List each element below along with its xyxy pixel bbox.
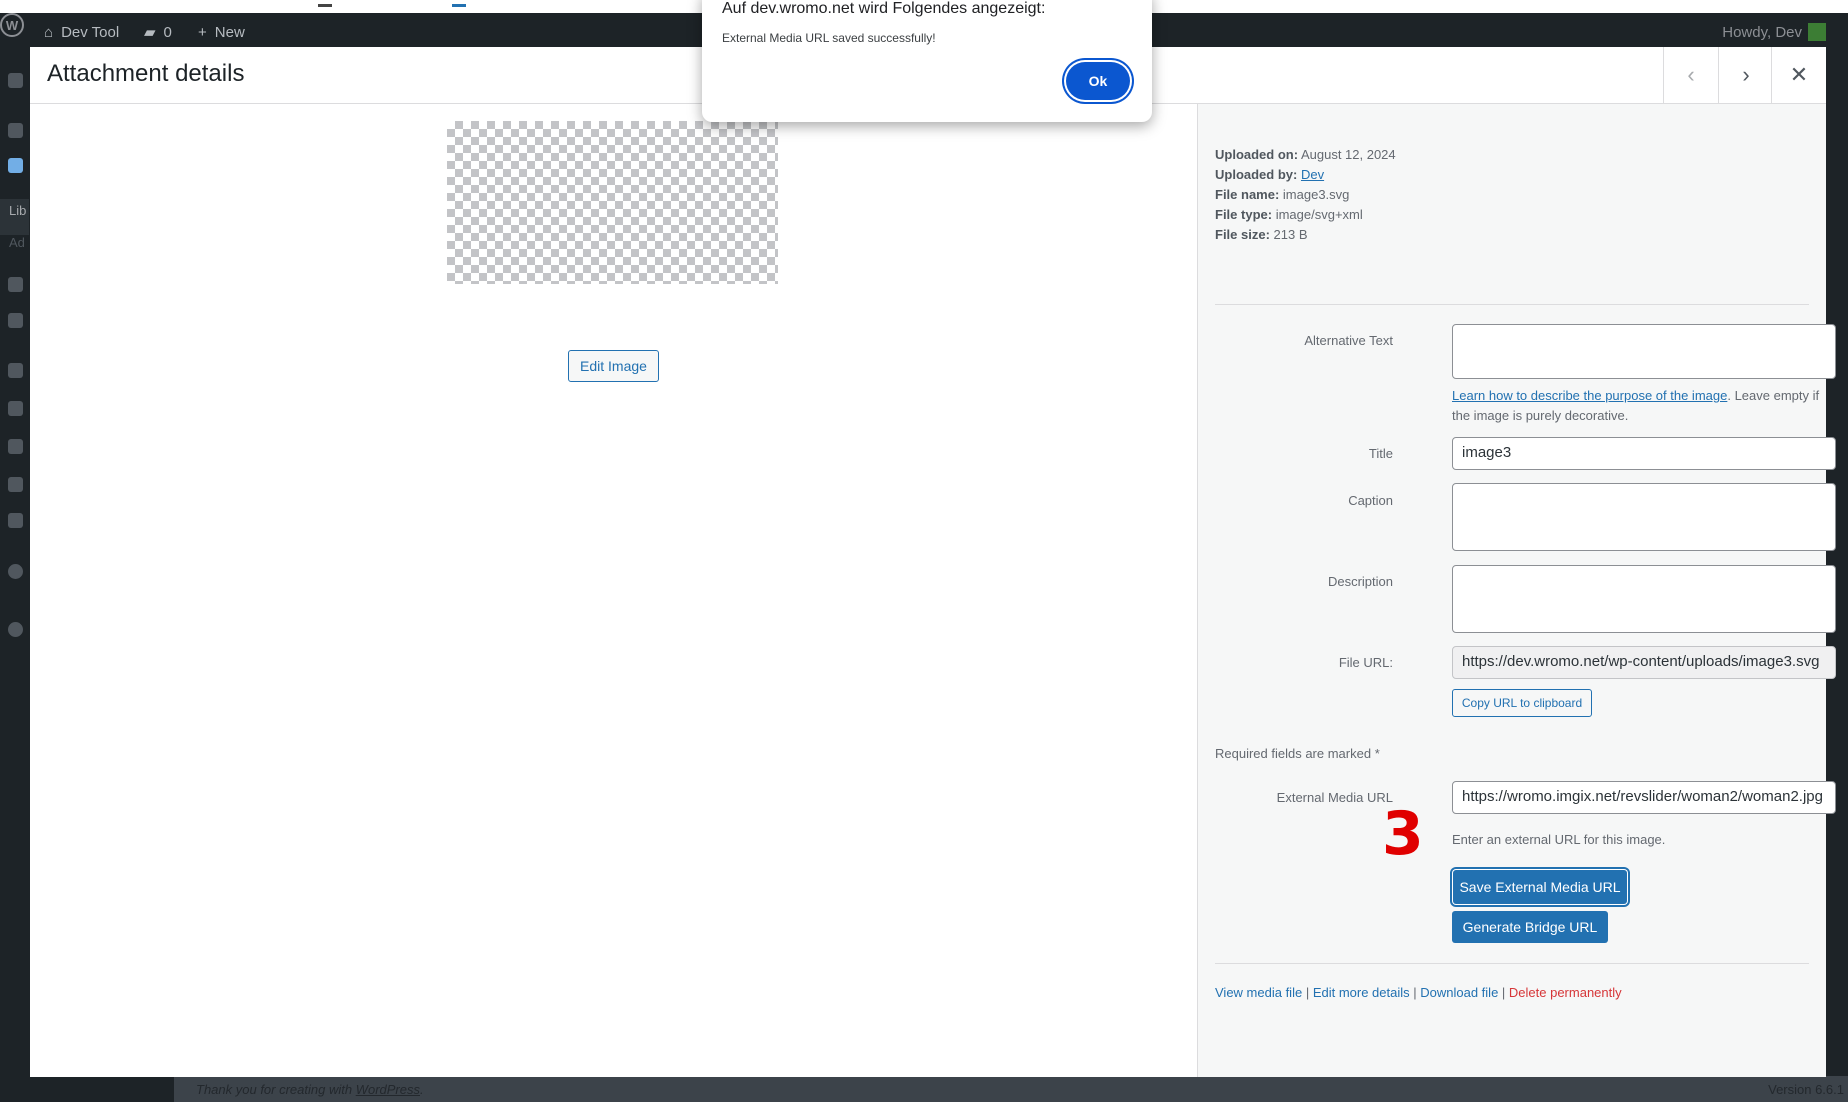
dashboard-icon[interactable] <box>8 73 23 88</box>
file-size-row: File size: 213 B <box>1215 225 1396 245</box>
caption-field[interactable] <box>1452 483 1836 551</box>
submenu-add-new[interactable]: Ad <box>9 235 25 250</box>
attachment-details-modal: Attachment details ‹ › ✕ Edit Image Uplo… <box>30 47 1836 1077</box>
plugins-icon[interactable] <box>8 401 23 416</box>
version-label: Version 6.6.1 <box>1768 1082 1844 1097</box>
generate-bridge-url-button[interactable]: Generate Bridge URL <box>1452 911 1608 943</box>
file-url-field[interactable]: https://dev.wromo.net/wp-content/uploads… <box>1452 646 1836 679</box>
plus-icon: + <box>198 23 207 41</box>
divider <box>1215 963 1809 964</box>
tab-mark <box>452 4 466 7</box>
close-icon: ✕ <box>1789 62 1809 87</box>
caption-label: Caption <box>1348 493 1393 508</box>
pages-icon[interactable] <box>8 277 23 292</box>
step-annotation: 3 <box>1382 799 1424 869</box>
file-type-row: File type: image/svg+xml <box>1215 205 1396 225</box>
users-icon[interactable] <box>8 439 23 454</box>
edit-details-link[interactable]: Edit more details <box>1313 985 1410 1000</box>
uploaded-by-row: Uploaded by: Dev <box>1215 165 1396 185</box>
alert-ok-button[interactable]: Ok <box>1066 62 1130 100</box>
comments-link[interactable]: ▰ 0 <box>144 13 172 51</box>
separator: | <box>1498 985 1509 1000</box>
divider <box>1215 304 1809 305</box>
tab-mark <box>318 4 332 7</box>
file-name-label: File name: <box>1215 187 1280 202</box>
external-url-label: External Media URL <box>1276 790 1393 805</box>
alert-message: External Media URL saved successfully! <box>722 31 936 45</box>
file-url-label: File URL: <box>1338 655 1393 670</box>
attachment-actions: View media file | Edit more details | Do… <box>1215 985 1622 1000</box>
uploaded-by-link[interactable]: Dev <box>1301 167 1324 182</box>
view-media-link[interactable]: View media file <box>1215 985 1302 1000</box>
uploaded-on-value: August 12, 2024 <box>1300 147 1396 162</box>
previous-button[interactable]: ‹ <box>1663 47 1718 103</box>
submenu-library[interactable]: Lib <box>9 203 26 218</box>
settings-icon[interactable] <box>8 513 23 528</box>
file-details: Uploaded on: August 12, 2024 Uploaded by… <box>1215 145 1396 245</box>
new-label: New <box>214 23 245 41</box>
file-name-value: image3.svg <box>1282 187 1350 202</box>
download-link[interactable]: Download file <box>1420 985 1498 1000</box>
tools-icon[interactable] <box>8 477 23 492</box>
footer-thanks: Thank you for creating with WordPress. <box>196 1082 424 1097</box>
right-backdrop <box>1826 51 1848 1076</box>
title-field[interactable]: image3 <box>1452 437 1836 470</box>
footer-thanks-suffix: . <box>420 1082 424 1097</box>
modal-title: Attachment details <box>47 60 245 87</box>
howdy-label: Howdy, Dev <box>1722 23 1802 41</box>
separator: | <box>1302 985 1313 1000</box>
site-name-link[interactable]: ⌂ Dev Tool <box>44 13 119 51</box>
site-name-label: Dev Tool <box>61 23 120 41</box>
chevron-left-icon: ‹ <box>1687 62 1695 87</box>
file-size-label: File size: <box>1215 227 1270 242</box>
edit-image-button[interactable]: Edit Image <box>568 350 659 382</box>
comments-count: 0 <box>163 23 172 41</box>
title-label: Title <box>1368 446 1393 461</box>
file-name-row: File name: image3.svg <box>1215 185 1396 205</box>
external-url-field[interactable]: https://wromo.imgix.net/revslider/woman2… <box>1452 781 1836 814</box>
wordpress-logo-icon[interactable]: W <box>0 13 24 37</box>
footer-thanks-prefix: Thank you for creating with <box>196 1082 356 1097</box>
wordpress-link[interactable]: WordPress <box>356 1082 420 1097</box>
file-size-value: 213 B <box>1273 227 1308 242</box>
alt-text-label: Alternative Text <box>1304 333 1393 348</box>
description-label: Description <box>1327 574 1393 589</box>
account-menu[interactable]: Howdy, Dev <box>1722 13 1826 51</box>
comment-icon: ▰ <box>144 24 156 41</box>
uploaded-on-row: Uploaded on: August 12, 2024 <box>1215 145 1396 165</box>
attachment-info-sidebar: Uploaded on: August 12, 2024 Uploaded by… <box>1197 104 1836 1077</box>
appearance-icon[interactable] <box>8 363 23 378</box>
save-external-url-button[interactable]: Save External Media URL <box>1453 870 1627 904</box>
posts-icon[interactable] <box>8 123 23 138</box>
file-type-value: image/svg+xml <box>1275 207 1363 222</box>
browser-alert-dialog: Auf dev.wromo.net wird Folgendes angezei… <box>702 0 1152 122</box>
alt-text-help: Learn how to describe the purpose of the… <box>1452 386 1836 426</box>
admin-menu: Lib Ad <box>0 51 29 1102</box>
home-icon: ⌂ <box>44 23 54 41</box>
file-type-label: File type: <box>1215 207 1273 222</box>
image-preview <box>447 121 778 284</box>
avatar <box>1808 23 1826 41</box>
description-field[interactable] <box>1452 565 1836 633</box>
next-button[interactable]: › <box>1718 47 1773 103</box>
collapse-menu-icon[interactable] <box>8 622 23 637</box>
admin-footer: Thank you for creating with WordPress. V… <box>174 1076 1848 1102</box>
uploaded-on-label: Uploaded on: <box>1215 147 1299 162</box>
uploaded-by-label: Uploaded by: <box>1215 167 1298 182</box>
alt-text-field[interactable] <box>1452 324 1836 379</box>
close-button[interactable]: ✕ <box>1771 47 1826 103</box>
separator: | <box>1409 985 1421 1000</box>
media-icon[interactable] <box>8 158 23 173</box>
info-icon[interactable] <box>8 564 23 579</box>
chevron-right-icon: › <box>1742 62 1750 87</box>
media-preview-area: Edit Image <box>30 104 1197 1077</box>
delete-link[interactable]: Delete permanently <box>1509 985 1622 1000</box>
copy-url-button[interactable]: Copy URL to clipboard <box>1452 689 1592 717</box>
comments-icon[interactable] <box>8 313 23 328</box>
required-note: Required fields are marked * <box>1215 746 1380 761</box>
alt-text-help-link[interactable]: Learn how to describe the purpose of the… <box>1452 388 1727 403</box>
alert-title: Auf dev.wromo.net wird Folgendes angezei… <box>722 0 1046 17</box>
external-url-help: Enter an external URL for this image. <box>1452 832 1666 847</box>
new-content-link[interactable]: + New <box>198 13 245 51</box>
